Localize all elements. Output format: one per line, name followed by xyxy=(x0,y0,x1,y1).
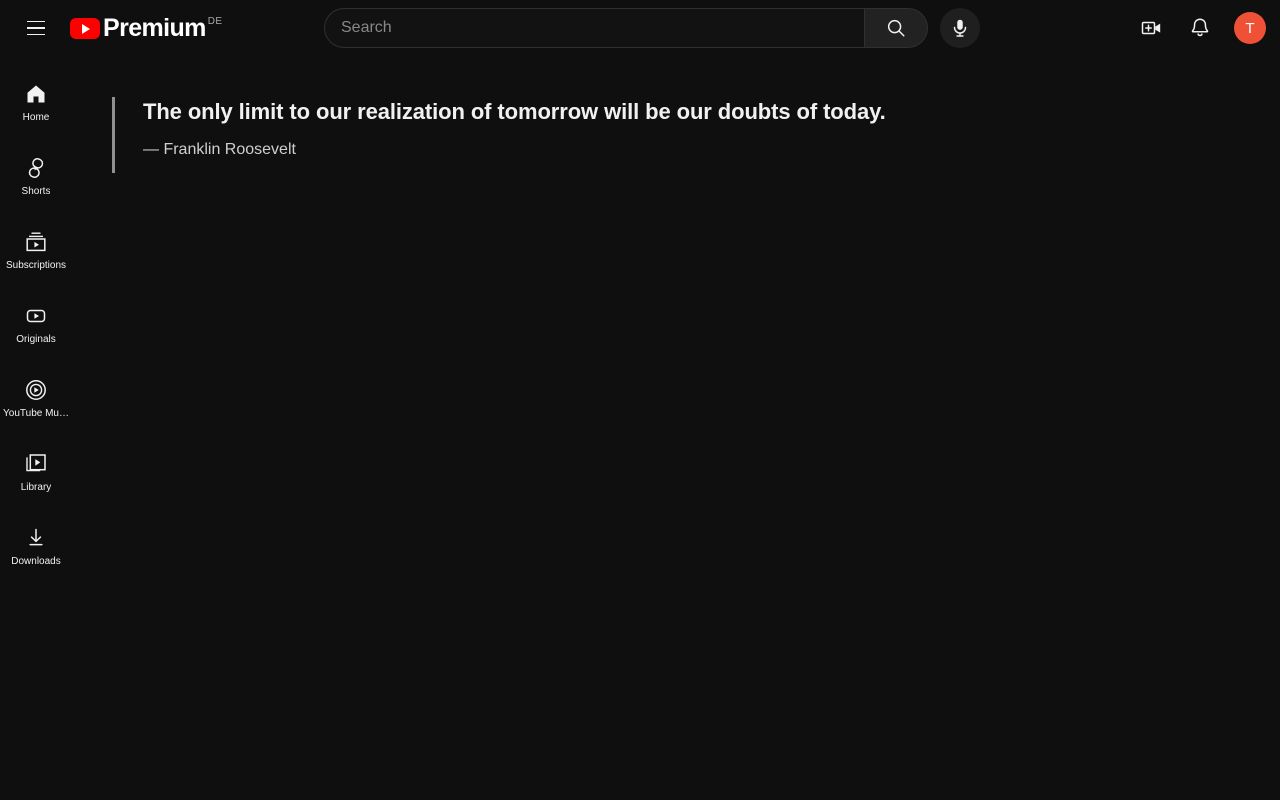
sidebar-item-library[interactable]: Library xyxy=(0,436,72,510)
top-bar: Premium DE Search T xyxy=(0,0,1280,56)
sidebar-item-label: YouTube Mu… xyxy=(3,408,69,419)
sidebar-item-label: Originals xyxy=(16,334,56,345)
avatar[interactable]: T xyxy=(1234,12,1266,44)
hamburger-line xyxy=(27,20,45,23)
search-zone xyxy=(324,8,980,48)
sidebar-item-youtube-music[interactable]: YouTube Mu… xyxy=(0,362,72,436)
search-button[interactable] xyxy=(864,8,928,48)
shorts-icon xyxy=(24,156,48,180)
search-icon xyxy=(887,19,905,37)
hamburger-line xyxy=(27,33,45,36)
youtube-play-icon xyxy=(70,18,100,39)
search-field[interactable] xyxy=(324,8,864,48)
quote-text: The only limit to our realization of tom… xyxy=(143,99,886,124)
sidebar-item-downloads[interactable]: Downloads xyxy=(0,510,72,584)
sidebar: Home Shorts Subscriptions Originals YouT… xyxy=(0,56,72,800)
sidebar-item-label: Home xyxy=(22,112,50,123)
voice-search-button[interactable] xyxy=(940,8,980,48)
youtube-music-icon xyxy=(24,378,48,402)
quote-block: The only limit to our realization of tom… xyxy=(112,97,886,173)
main-content: The only limit to our realization of tom… xyxy=(72,56,1280,800)
create-video-icon xyxy=(1141,21,1161,35)
notifications-bell-icon xyxy=(1191,18,1209,37)
sidebar-item-label: Shorts xyxy=(21,186,51,197)
create-video-button[interactable] xyxy=(1132,8,1172,48)
sidebar-item-label: Downloads xyxy=(11,556,61,567)
logo-text: Premium xyxy=(103,14,206,42)
quote-author: — Franklin Roosevelt xyxy=(143,141,296,158)
youtube-premium-logo[interactable]: Premium DE xyxy=(70,14,222,42)
notifications-button[interactable] xyxy=(1180,8,1220,48)
sidebar-item-label: Library xyxy=(20,482,52,493)
sidebar-item-subscriptions[interactable]: Subscriptions xyxy=(0,214,72,288)
sidebar-item-home[interactable]: Home xyxy=(0,66,72,140)
sidebar-item-shorts[interactable]: Shorts xyxy=(0,140,72,214)
home-icon xyxy=(24,82,48,106)
sidebar-item-originals[interactable]: Originals xyxy=(0,288,72,362)
hamburger-line xyxy=(27,27,45,29)
library-icon xyxy=(24,452,48,476)
logo-country-code: DE xyxy=(207,16,223,27)
microphone-icon xyxy=(953,19,967,37)
header-actions: T xyxy=(1132,8,1266,48)
hamburger-menu-icon[interactable] xyxy=(16,8,56,48)
originals-icon xyxy=(24,304,48,328)
subscriptions-icon xyxy=(24,230,48,254)
search-input[interactable] xyxy=(341,9,864,47)
downloads-icon xyxy=(24,526,48,550)
sidebar-item-label: Subscriptions xyxy=(5,260,67,271)
